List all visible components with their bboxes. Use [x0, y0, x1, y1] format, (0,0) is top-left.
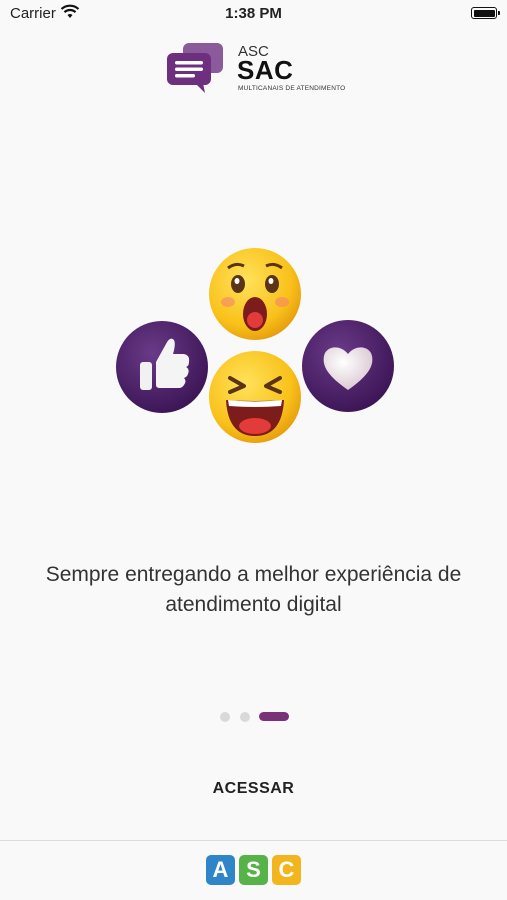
logo-letter-s: S: [239, 855, 268, 885]
page-indicator: [0, 710, 507, 722]
status-bar: Carrier 1:38 PM: [0, 0, 507, 28]
laughing-face-icon: [209, 351, 301, 443]
footer-divider: [0, 840, 507, 841]
heart-icon: [302, 320, 394, 412]
brand-subtitle: MULTICANAIS DE ATENDIMENTO: [238, 85, 346, 92]
hero-illustration: [110, 240, 400, 450]
page-dot-2[interactable]: [240, 712, 250, 722]
battery-icon: [471, 7, 500, 19]
brand-name: SAC: [237, 55, 294, 85]
access-button[interactable]: ACESSAR: [0, 779, 507, 799]
page-dot-1[interactable]: [220, 712, 230, 722]
clock: 1:38 PM: [225, 5, 282, 22]
logo-letter-c: C: [272, 855, 301, 885]
chat-bubbles-icon: [167, 43, 223, 93]
app-logo: ASC SAC MULTICANAIS DE ATENDIMENTO: [165, 43, 355, 98]
surprised-face-icon: [209, 248, 301, 340]
page-dot-3-active[interactable]: [259, 712, 289, 721]
logo-letter-a: A: [206, 855, 235, 885]
asc-footer-logo: A S C: [206, 855, 302, 887]
thumbs-up-icon: [116, 321, 208, 413]
onboarding-message: Sempre entregando a melhor experiência d…: [45, 563, 462, 616]
